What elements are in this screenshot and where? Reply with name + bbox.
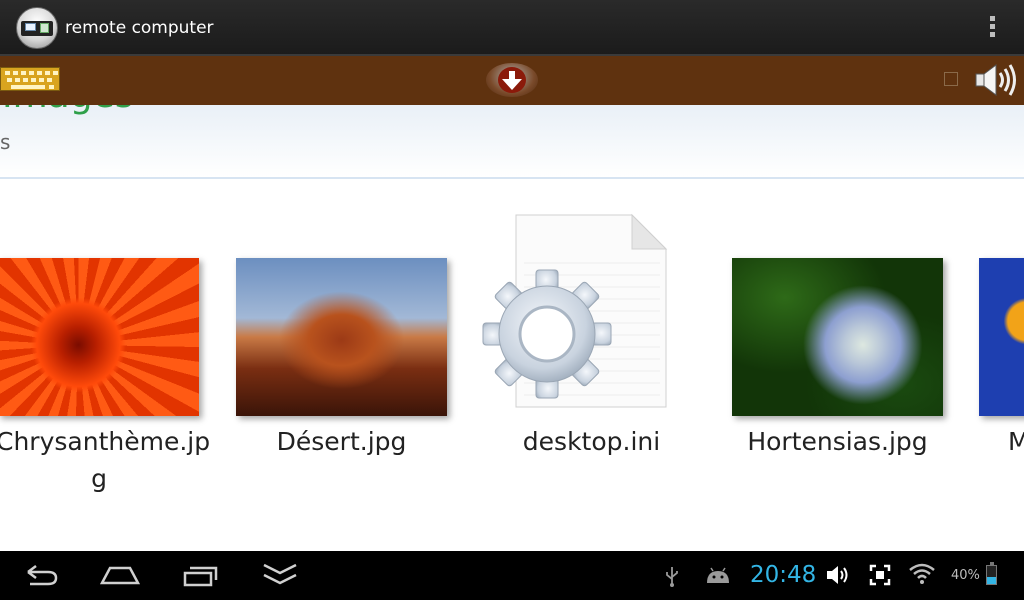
usb-icon bbox=[666, 567, 678, 587]
wifi-icon bbox=[909, 563, 935, 584]
volume-icon bbox=[827, 566, 848, 584]
screenshot-icon bbox=[869, 564, 891, 586]
hide-keyboard-icon[interactable] bbox=[258, 559, 302, 591]
recent-apps-icon[interactable] bbox=[178, 559, 222, 591]
overflow-menu-icon[interactable] bbox=[985, 16, 999, 40]
file-label-partial[interactable]: M bbox=[1008, 423, 1024, 460]
folder-title: Images bbox=[2, 105, 134, 116]
hydrangea-thumbnail[interactable] bbox=[732, 258, 943, 416]
partial-thumbnail[interactable] bbox=[979, 258, 1024, 416]
file-label-chrysantheme[interactable]: Chrysanthème.jp g bbox=[0, 423, 210, 497]
keyboard-icon[interactable] bbox=[0, 67, 60, 91]
system-navbar: 20:48 40% bbox=[0, 551, 1024, 600]
battery-percent: 40% bbox=[951, 568, 980, 583]
clock: 20:48 bbox=[750, 562, 817, 588]
remote-desktop-view[interactable]: Images s Chrysanthème.jp g Désert.jpg bbox=[0, 105, 1024, 551]
remote-toolbar bbox=[0, 56, 1024, 105]
android-debug-icon bbox=[707, 567, 729, 583]
file-label-hortensias[interactable]: Hortensias.jpg bbox=[732, 423, 943, 460]
speaker-icon[interactable] bbox=[970, 60, 1022, 100]
download-arrow-icon[interactable] bbox=[486, 63, 538, 97]
battery-icon bbox=[986, 562, 997, 585]
desert-thumbnail[interactable] bbox=[236, 258, 447, 416]
chrysanthemum-thumbnail[interactable] bbox=[0, 258, 199, 416]
home-icon[interactable] bbox=[98, 559, 142, 591]
app-icon[interactable] bbox=[16, 7, 58, 49]
action-bar: remote computer bbox=[0, 0, 1024, 56]
explorer-header: Images s bbox=[0, 105, 1024, 179]
folder-subtitle: s bbox=[0, 130, 11, 154]
gear-icon bbox=[482, 269, 612, 399]
app-title: remote computer bbox=[65, 18, 214, 38]
file-label-desert[interactable]: Désert.jpg bbox=[236, 423, 447, 460]
status-indicator bbox=[944, 72, 958, 86]
back-icon[interactable] bbox=[18, 559, 62, 591]
file-label-desktop-ini[interactable]: desktop.ini bbox=[490, 423, 693, 460]
